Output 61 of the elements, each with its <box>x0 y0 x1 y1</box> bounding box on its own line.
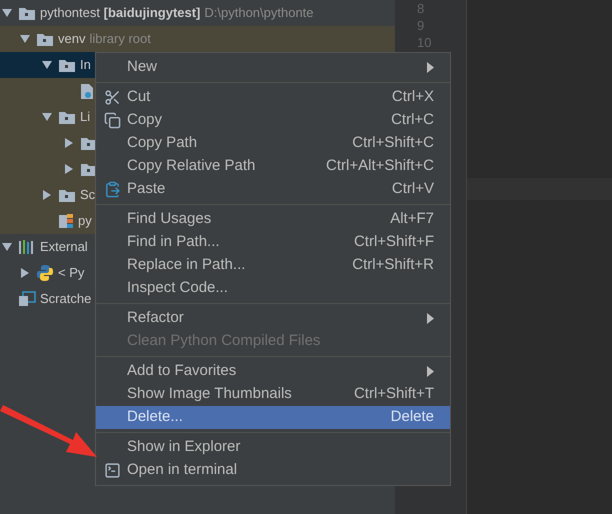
expanded-arrow-icon[interactable] <box>42 60 52 70</box>
menu-item[interactable]: Delete... Delete <box>96 406 450 429</box>
expanded-arrow-icon[interactable] <box>20 34 30 44</box>
tree-item-label: External <box>40 238 88 256</box>
menu-item[interactable]: Paste Ctrl+V <box>96 178 450 201</box>
shortcut-label: Ctrl+X <box>392 87 434 108</box>
folder-icon <box>58 58 76 72</box>
shortcut-label: Ctrl+Alt+Shift+C <box>326 156 434 176</box>
collapsed-arrow-icon[interactable] <box>64 164 74 174</box>
scratches-icon <box>18 291 36 307</box>
menu-item[interactable]: Copy Ctrl+C <box>96 109 450 132</box>
paste-icon <box>104 181 121 198</box>
tree-item-label: In <box>80 56 91 74</box>
shortcut-label: Ctrl+V <box>392 179 434 200</box>
menu-item[interactable]: Cut Ctrl+X <box>96 86 450 109</box>
tree-row[interactable]: venv library root <box>0 26 395 52</box>
menu-item[interactable]: Show Image Thumbnails Ctrl+Shift+T <box>96 383 450 406</box>
tree-item-label: pythontest [baidujingytest] <box>40 4 200 22</box>
tree-item-label: Sc <box>80 186 96 204</box>
collapsed-arrow-icon[interactable] <box>64 138 74 148</box>
library-icon <box>18 239 36 255</box>
expanded-arrow-icon[interactable] <box>2 8 12 18</box>
folder-icon <box>18 6 36 20</box>
shortcut-label: Ctrl+Shift+F <box>354 232 434 252</box>
menu-item[interactable]: Copy Relative Path Ctrl+Alt+Shift+C <box>96 155 450 178</box>
folder-icon <box>58 188 76 202</box>
shortcut-label: Ctrl+C <box>391 110 434 130</box>
folder-icon <box>36 32 54 46</box>
copy-icon <box>104 112 121 129</box>
collapsed-arrow-icon[interactable] <box>20 268 30 278</box>
menu-item[interactable]: Open in terminal <box>96 459 450 482</box>
shortcut-label: Ctrl+Shift+T <box>354 384 434 404</box>
shortcut-label: Ctrl+Shift+C <box>352 133 434 154</box>
config-file-icon <box>58 212 74 230</box>
menu-item[interactable]: Add to Favorites <box>96 360 450 383</box>
scissors-icon <box>104 89 121 106</box>
shortcut-label: Alt+F7 <box>390 209 434 230</box>
menu-item[interactable]: Find in Path... Ctrl+Shift+F <box>96 231 450 254</box>
shortcut-label: Ctrl+Shift+R <box>352 255 434 276</box>
python-icon <box>36 264 54 282</box>
terminal-icon <box>104 462 121 479</box>
tree-item-label: < Py <box>58 264 84 282</box>
shortcut-label: Delete <box>390 407 434 428</box>
menu-item[interactable]: Refactor <box>96 307 450 330</box>
tree-item-note: library root <box>89 30 151 48</box>
folder-icon <box>58 110 76 124</box>
tree-item-label: Scratche <box>40 290 92 308</box>
menu-item[interactable]: Replace in Path... Ctrl+Shift+R <box>96 254 450 277</box>
collapsed-arrow-icon[interactable] <box>42 190 52 200</box>
expanded-arrow-icon[interactable] <box>42 112 52 122</box>
expanded-arrow-icon[interactable] <box>2 242 12 252</box>
menu-item[interactable]: Find Usages Alt+F7 <box>96 208 450 231</box>
menu-item[interactable]: Show in Explorer <box>96 436 450 459</box>
tree-item-label: py <box>78 212 92 230</box>
file-icon <box>80 82 94 100</box>
tree-item-note: D:\python\pythonte <box>204 4 314 22</box>
menu-item[interactable]: Inspect Code... <box>96 277 450 300</box>
tree-item-label: Li <box>80 108 90 126</box>
menu-item[interactable]: New <box>96 56 450 79</box>
tree-item-label: venv <box>58 30 86 48</box>
menu-item[interactable]: Copy Path Ctrl+Shift+C <box>96 132 450 155</box>
